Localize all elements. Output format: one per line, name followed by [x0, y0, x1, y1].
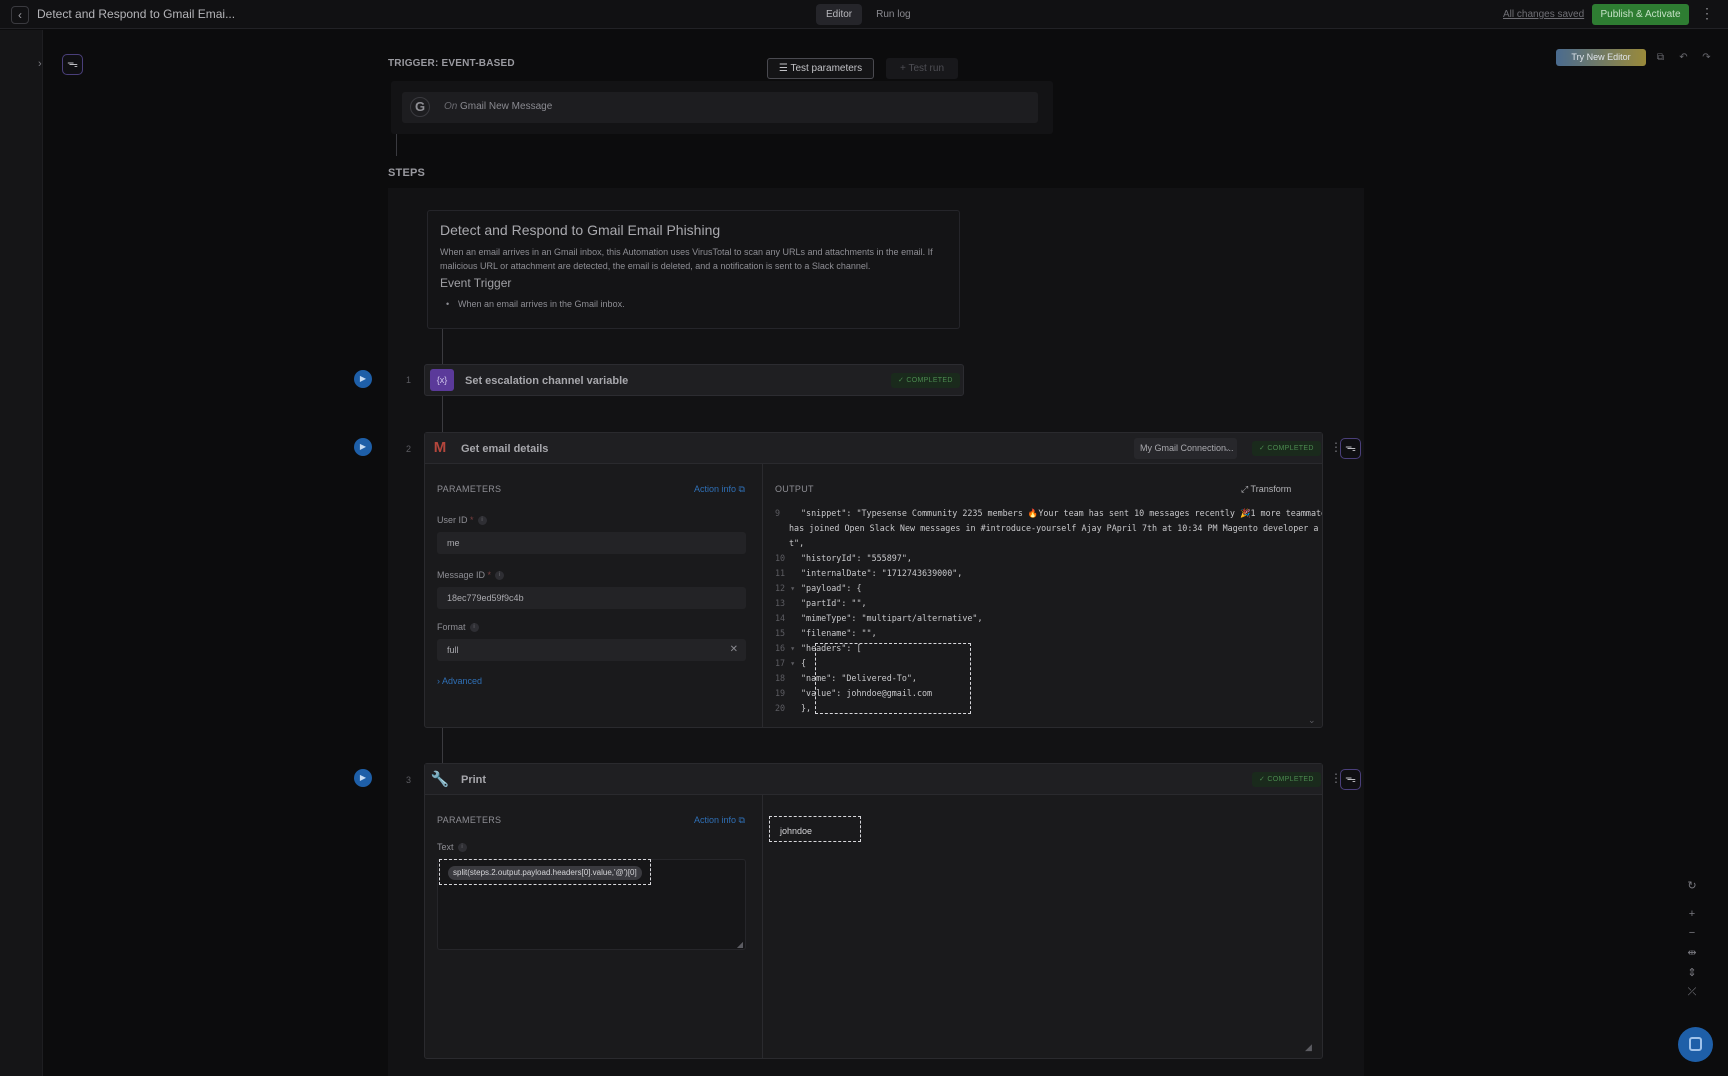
variable-icon: {x} [430, 369, 454, 391]
trigger-row[interactable]: G On Gmail New Message [402, 92, 1038, 123]
editor-toolbar: Try New Editor ⧉ ↶ ↷ [1556, 49, 1715, 66]
description-bullet: When an email arrives in the Gmail inbox… [446, 299, 625, 309]
zoom-in-icon[interactable]: + [1684, 906, 1700, 922]
more-menu-icon[interactable]: ⋮ [1700, 5, 1714, 22]
step-2-header[interactable]: M Get email details My Gmail Connection.… [425, 433, 1322, 464]
description-subtitle: Event Trigger [440, 276, 512, 290]
steps-section-label: STEPS [388, 167, 426, 179]
trigger-name: Gmail New Message [460, 101, 553, 112]
run-step-3-icon[interactable]: ▶ [354, 769, 372, 787]
left-rail [0, 30, 43, 1076]
test-parameters-button[interactable]: ☰ Test parameters [767, 58, 874, 79]
step-number: 1 [406, 375, 412, 385]
play-icon: + [899, 63, 906, 74]
step-title: Print [461, 774, 487, 786]
action-info-link[interactable]: Action info ⧉ [694, 484, 745, 495]
gmail-icon: M [433, 439, 447, 456]
info-icon: i [477, 516, 487, 526]
status-badge: ✓ COMPLETED [1252, 772, 1321, 787]
highlight-box [439, 859, 651, 885]
publish-activate-button[interactable]: Publish & Activate [1592, 4, 1689, 25]
try-new-editor-button[interactable]: Try New Editor [1556, 49, 1646, 66]
advanced-toggle[interactable]: › Advanced [437, 676, 482, 686]
user-id-input[interactable]: me [437, 532, 746, 554]
chat-support-button[interactable] [1678, 1027, 1713, 1062]
assistant-logo-icon[interactable]: ᯓ [62, 54, 83, 75]
step-title: Get email details [461, 443, 549, 455]
test-run-button[interactable]: + Test run [886, 58, 958, 79]
output-label: OUTPUT [775, 484, 814, 494]
info-icon: i [495, 571, 505, 581]
chat-icon [1689, 1037, 1702, 1051]
info-icon: i [469, 623, 479, 633]
assistant-logo-icon[interactable]: ᯓ [1340, 769, 1361, 790]
top-bar: ‹ Detect and Respond to Gmail Emai... Ed… [0, 0, 1728, 29]
save-status[interactable]: All changes saved [1503, 9, 1584, 20]
description-card: Detect and Respond to Gmail Email Phishi… [427, 210, 960, 329]
parameters-label: PARAMETERS [437, 815, 502, 825]
transform-button[interactable]: ⤢ Transform [1241, 484, 1291, 495]
reset-view-icon[interactable]: ↻ [1684, 878, 1700, 894]
collapse-icon[interactable]: ⤫ [1684, 984, 1700, 1000]
fit-width-icon[interactable]: ⇹ [1684, 945, 1700, 961]
step-title: Set escalation channel variable [465, 375, 629, 387]
list-icon: ☰ [778, 63, 788, 74]
format-label: Format i [437, 622, 479, 633]
clear-icon[interactable]: ✕ [730, 639, 738, 661]
redo-icon[interactable]: ↷ [1698, 49, 1715, 66]
chevron-down-icon: ⌄ [1223, 443, 1231, 453]
connector-line [396, 134, 397, 156]
tab-run-log[interactable]: Run log [866, 4, 920, 25]
step-3-header[interactable]: 🔧 Print ✓ COMPLETED [425, 764, 1322, 795]
text-label: Text i [437, 842, 467, 853]
wrench-icon: 🔧 [430, 771, 450, 788]
automation-title[interactable]: Detect and Respond to Gmail Emai... [37, 7, 235, 21]
expand-sidebar-icon[interactable]: › [38, 58, 42, 70]
action-info-link[interactable]: Action info ⧉ [694, 815, 745, 826]
assistant-logo-icon[interactable]: ᯓ [1340, 438, 1361, 459]
parameters-label: PARAMETERS [437, 484, 502, 494]
message-id-input[interactable]: 18ec779ed59f9c4b [437, 587, 746, 609]
format-select[interactable]: full ✕ [437, 639, 746, 661]
description-text: When an email arrives in an Gmail inbox,… [440, 247, 933, 271]
status-badge: ✓ COMPLETED [891, 373, 960, 388]
run-step-2-icon[interactable]: ▶ [354, 438, 372, 456]
google-icon: G [410, 97, 430, 117]
highlight-box [815, 643, 971, 714]
tab-editor[interactable]: Editor [816, 4, 863, 25]
message-id-label: Message ID * i [437, 570, 505, 581]
zoom-out-icon[interactable]: − [1684, 925, 1700, 941]
resize-handle-icon[interactable]: ◢ [737, 940, 743, 949]
trigger-section-label: TRIGGER: EVENT-BASED [388, 58, 515, 69]
fit-height-icon[interactable]: ⇕ [1684, 965, 1700, 981]
highlight-box [769, 816, 861, 842]
step-3-card: 🔧 Print ✓ COMPLETED PARAMETERS Action in… [424, 763, 1323, 1059]
connector-line [442, 728, 443, 763]
trigger-on-label: On [444, 101, 458, 112]
status-badge: ✓ COMPLETED [1252, 441, 1321, 456]
view-tabs: Editor Run log [816, 4, 921, 25]
user-id-label: User ID * i [437, 515, 487, 526]
undo-icon[interactable]: ↶ [1675, 49, 1692, 66]
connector-line [442, 329, 443, 364]
description-title: Detect and Respond to Gmail Email Phishi… [440, 222, 721, 238]
connector-line [442, 396, 443, 433]
run-step-1-icon[interactable]: ▶ [354, 370, 372, 388]
scroll-down-icon[interactable]: ⌄ [1308, 715, 1316, 726]
info-icon: i [457, 843, 467, 853]
step-number: 3 [406, 775, 412, 785]
step-2-card: M Get email details My Gmail Connection.… [424, 432, 1323, 728]
step-1-card[interactable]: {x} Set escalation channel variable ✓ CO… [424, 364, 964, 396]
column-divider [762, 795, 763, 1059]
connection-select[interactable]: My Gmail Connection... ⌄ [1134, 438, 1237, 459]
copy-icon[interactable]: ⧉ [1652, 49, 1669, 66]
step-number: 2 [406, 444, 412, 454]
transform-icon: ⤢ [1241, 484, 1249, 494]
back-button[interactable]: ‹ [11, 6, 29, 24]
resize-handle-icon[interactable]: ◢ [1305, 1042, 1312, 1053]
